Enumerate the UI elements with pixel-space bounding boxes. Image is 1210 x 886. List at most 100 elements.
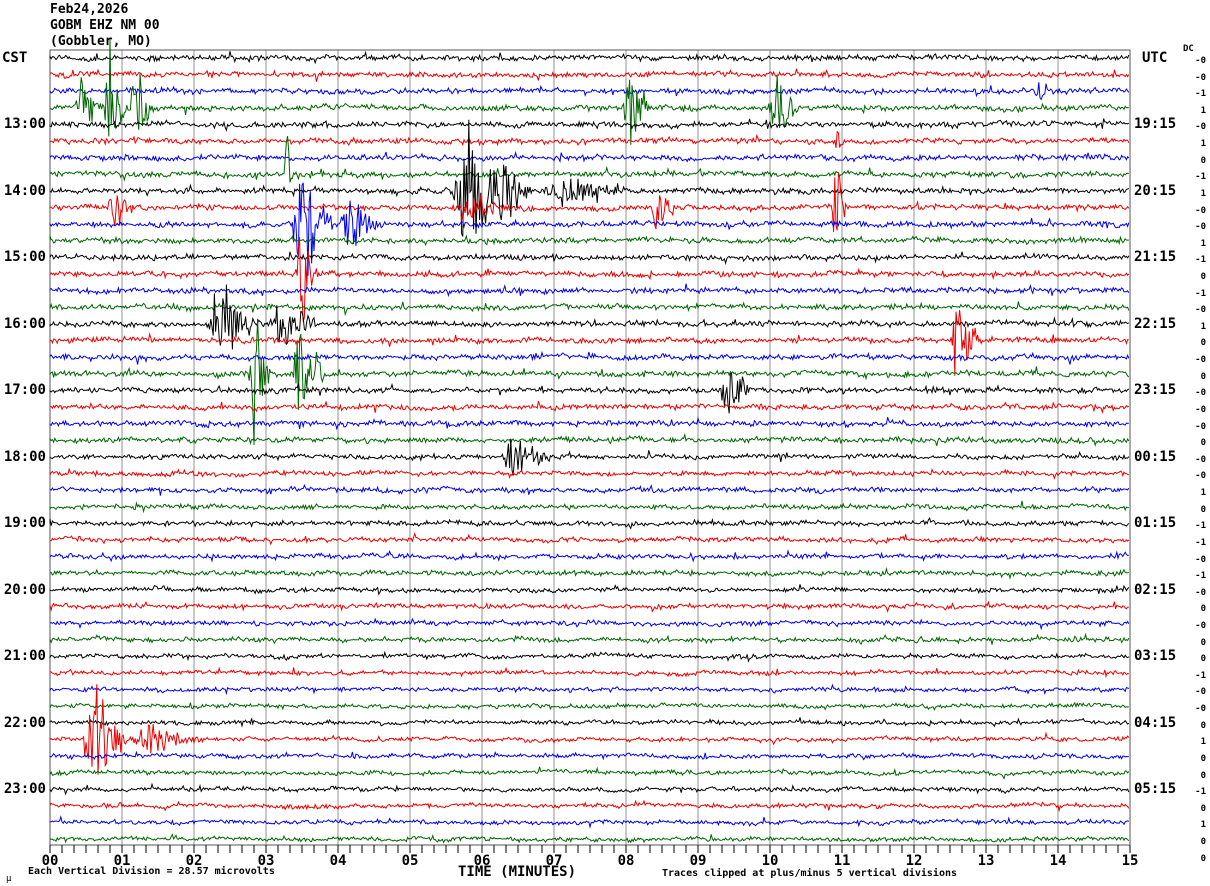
- seismogram-trace-row-11: [49, 234, 1129, 247]
- seismogram-trace-row-43: [49, 766, 1130, 780]
- seismogram-trace-row-8: [49, 119, 1129, 237]
- seismogram-trace-row-13: [49, 237, 1130, 322]
- seismogram-trace-row-38: [49, 683, 1130, 696]
- dc-offset-label: DC: [1183, 44, 1194, 54]
- helicorder-page: Feb24,2026 GOBM EHZ NM 00 (Gobbler, MO) …: [0, 0, 1210, 886]
- dc-offset-value: -0: [1195, 388, 1206, 399]
- seismogram-trace-row-31: [49, 566, 1129, 580]
- seismogram-trace-row-36: [49, 650, 1130, 663]
- dc-offset-value: 0: [1200, 720, 1206, 731]
- dc-offset-value: -1: [1195, 172, 1206, 183]
- seismogram-trace-row-2: [49, 82, 1130, 101]
- seismogram-trace-row-15: [49, 301, 1130, 317]
- x-axis-tick-label: 05: [401, 853, 419, 869]
- time-label-utc: 01:15: [1134, 515, 1177, 532]
- seismogram-trace-row-21: [49, 401, 1130, 415]
- seismogram-trace-row-23: [49, 432, 1130, 447]
- time-label-cst: 23:00: [3, 781, 46, 798]
- dc-offset-value: 0: [1200, 604, 1206, 615]
- header-date: Feb24,2026: [50, 2, 129, 17]
- seismogram-trace-row-14: [49, 283, 1130, 298]
- dc-offset-value: 0: [1200, 803, 1206, 814]
- x-axis-tick-label: 10: [761, 853, 779, 869]
- seismogram-trace-row-35: [49, 632, 1130, 645]
- dc-offset-value: 1: [1200, 105, 1206, 116]
- dc-offset-value: -1: [1195, 255, 1206, 266]
- plot-header: Feb24,2026 GOBM EHZ NM 00 (Gobbler, MO): [50, 2, 160, 50]
- dc-offset-value: -1: [1195, 89, 1206, 100]
- seismogram-trace-row-7: [49, 136, 1129, 183]
- dc-offset-value: -0: [1195, 471, 1206, 482]
- dc-offset-value: -0: [1195, 554, 1206, 565]
- seismogram-trace-row-22: [49, 416, 1129, 431]
- time-label-cst: 17:00: [3, 382, 46, 399]
- dc-offset-value: 1: [1200, 737, 1206, 748]
- time-label-utc: 04:15: [1134, 714, 1177, 731]
- dc-offset-value: 0: [1200, 770, 1206, 781]
- dc-offset-value: -0: [1195, 122, 1206, 133]
- time-label-utc: 20:15: [1134, 182, 1177, 199]
- seismogram-trace-row-44: [49, 782, 1130, 796]
- seismogram-trace-row-32: [49, 584, 1130, 596]
- x-axis-tick-label: 13: [977, 853, 995, 869]
- seismogram-trace-row-40: [49, 717, 1130, 728]
- dc-offset-value: 0: [1200, 438, 1206, 449]
- seismogram-trace-row-28: [49, 516, 1130, 530]
- dc-offset-value: -0: [1195, 305, 1206, 316]
- seismogram-trace-row-47: [49, 833, 1130, 844]
- time-label-cst: 15:00: [3, 249, 46, 266]
- seismogram-trace-row-0: [49, 50, 1130, 65]
- dc-offset-value: 0: [1200, 654, 1206, 665]
- seismogram-trace-row-33: [49, 600, 1129, 613]
- dc-offset-value: -1: [1195, 521, 1206, 532]
- dc-offset-value: 1: [1200, 238, 1206, 249]
- header-location: (Gobbler, MO): [50, 34, 152, 49]
- seismogram-trace-row-16: [49, 284, 1130, 350]
- seismogram-trace-row-41: [49, 684, 1130, 775]
- dc-offset-value: -0: [1195, 222, 1206, 233]
- dc-offset-value: 1: [1200, 188, 1206, 199]
- time-label-utc: 21:15: [1134, 249, 1177, 266]
- seismogram-trace-row-24: [49, 438, 1130, 476]
- dc-offset-value: -0: [1195, 56, 1206, 66]
- seismogram-trace-row-25: [49, 467, 1130, 480]
- time-label-utc: 22:15: [1134, 315, 1177, 332]
- dc-offset-value: 0: [1200, 504, 1206, 515]
- seismogram-trace-row-5: [49, 130, 1130, 148]
- seismogram-trace-row-27: [49, 500, 1129, 514]
- dc-offset-value: -1: [1195, 288, 1206, 299]
- dc-offset-value: -0: [1195, 404, 1206, 415]
- dc-offset-value: -0: [1195, 72, 1206, 83]
- x-axis-tick-label: 08: [617, 853, 635, 869]
- time-label-cst: 22:00: [3, 714, 46, 731]
- dc-offset-value: -0: [1195, 620, 1206, 631]
- time-label-cst: 16:00: [3, 315, 46, 332]
- dc-offset-value: 0: [1200, 637, 1206, 648]
- time-label-cst: 14:00: [3, 182, 46, 199]
- x-axis-tick-label: 04: [329, 853, 347, 869]
- time-label-utc: 19:15: [1134, 116, 1177, 133]
- time-label-utc: 23:15: [1134, 382, 1177, 399]
- seismogram-trace-row-42: [49, 750, 1129, 761]
- dc-offset-value: -1: [1195, 787, 1206, 798]
- seismogram-trace-row-12: [49, 251, 1130, 266]
- seismogram-trace-row-29: [49, 532, 1130, 546]
- time-label-utc: 00:15: [1134, 448, 1177, 465]
- seismogram-trace-row-17: [49, 309, 1129, 376]
- seismogram-trace-row-46: [49, 815, 1130, 829]
- seismogram-trace-row-4: [49, 118, 1130, 132]
- seismogram-trace-row-1: [49, 68, 1130, 82]
- micro-symbol: µ: [6, 874, 12, 884]
- x-axis-ticks: [49, 845, 1131, 853]
- footer-scale-note: Each Vertical Division = 28.57 microvolt…: [28, 866, 275, 877]
- x-axis-tick-label: 09: [689, 853, 707, 869]
- dc-offset-value: -0: [1195, 355, 1206, 366]
- plot-frame: [49, 49, 1131, 846]
- dc-offset-value: 0: [1200, 853, 1206, 864]
- dc-offset-value: -1: [1195, 571, 1206, 582]
- time-label-cst: 21:00: [3, 648, 46, 665]
- seismogram-trace-row-45: [49, 799, 1130, 813]
- time-label-cst: 18:00: [3, 448, 46, 465]
- dc-offset-value: 1: [1200, 820, 1206, 831]
- seismogram-trace-row-34: [49, 617, 1130, 631]
